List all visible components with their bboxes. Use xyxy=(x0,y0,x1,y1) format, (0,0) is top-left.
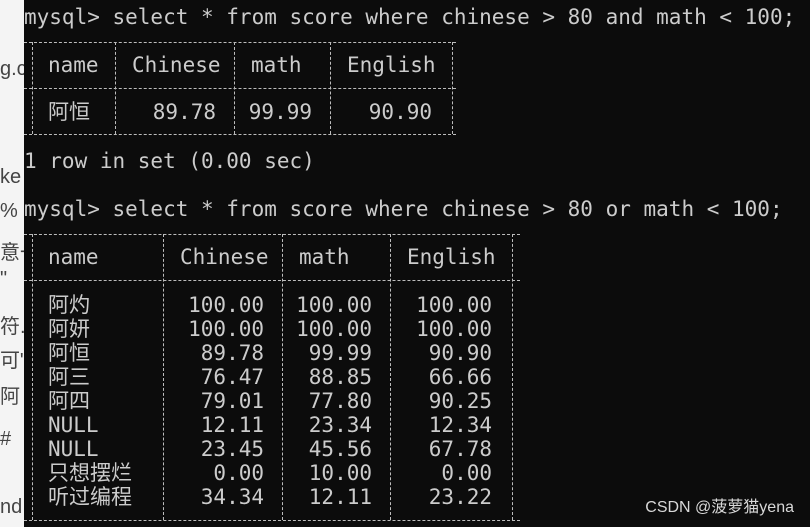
query-2-line: mysql> select * from score where chinese… xyxy=(24,197,783,221)
table-border xyxy=(163,234,164,520)
table-cell: 89.78 xyxy=(152,100,216,124)
table-cell: 90.90 xyxy=(368,100,432,124)
column-header: Chinese xyxy=(132,53,221,77)
table-border xyxy=(234,42,235,134)
table-cell-name: 听过编程 xyxy=(48,485,132,509)
table-cell: 99.99 xyxy=(308,341,372,365)
table-border xyxy=(24,88,456,90)
table-cell: 100.00 xyxy=(416,293,492,317)
table-border xyxy=(282,234,283,520)
table-border xyxy=(24,42,456,44)
table-cell-name: 阿四 xyxy=(48,389,90,413)
background-text-fragment: " xyxy=(0,268,8,290)
background-text-fragment: 可" xyxy=(0,350,24,372)
query-1-line: mysql> select * from score where chinese… xyxy=(24,5,796,29)
table-border xyxy=(452,42,453,134)
table-border xyxy=(32,42,33,134)
table-cell: 66.66 xyxy=(428,365,492,389)
result-table-1: name Chinese math English 阿恒 89.78 99.99… xyxy=(24,30,456,138)
table-border xyxy=(512,234,513,520)
column-header: name xyxy=(48,53,99,77)
table-cell: 45.56 xyxy=(308,437,372,461)
table-cell: 67.78 xyxy=(428,437,492,461)
table-cell: 12.34 xyxy=(428,413,492,437)
table-cell: 23.22 xyxy=(428,485,492,509)
column-header: English xyxy=(407,245,496,269)
watermark: CSDN @菠萝猫yena xyxy=(645,499,794,516)
table-cell: 23.45 xyxy=(200,437,264,461)
result-summary: 1 row in set (0.00 sec) xyxy=(24,149,315,173)
table-border xyxy=(32,234,33,520)
table-cell: 0.00 xyxy=(213,461,264,485)
table-cell: 89.78 xyxy=(200,341,264,365)
background-text-fragment: 符. xyxy=(0,316,24,338)
table-cell: 90.90 xyxy=(428,341,492,365)
background-text-fragment: nd xyxy=(0,496,23,518)
table-cell: 12.11 xyxy=(308,485,372,509)
table-cell-name: 只想摆烂 xyxy=(48,461,132,485)
table-cell-name: 阿灼 xyxy=(48,293,90,317)
table-cell-name: 阿恒 xyxy=(48,100,90,124)
table-cell: 76.47 xyxy=(200,365,264,389)
table-cell: 77.80 xyxy=(308,389,372,413)
table-cell: 100.00 xyxy=(188,293,264,317)
table-cell-name: NULL xyxy=(48,437,99,461)
table-cell: 90.25 xyxy=(428,389,492,413)
table-cell-name: 阿恒 xyxy=(48,341,90,365)
table-cell: 99.99 xyxy=(248,100,312,124)
table-cell: 12.11 xyxy=(200,413,264,437)
table-border xyxy=(24,520,520,522)
background-text-fragment: % xyxy=(0,200,18,222)
table-border xyxy=(330,42,331,134)
background-text-fragment: 阿 xyxy=(0,386,20,408)
background-text-fragment: ke xyxy=(0,166,22,188)
table-cell: 100.00 xyxy=(188,317,264,341)
background-window-strip: g.c ke % 意一 " 符. 可" 阿 # nd xyxy=(0,0,24,527)
table-cell: 88.85 xyxy=(308,365,372,389)
table-border xyxy=(24,234,520,236)
result-table-2: name Chinese math English 阿灼 100.00 100.00… xyxy=(24,222,520,527)
table-border xyxy=(24,134,456,136)
table-border xyxy=(115,42,116,134)
table-cell: 79.01 xyxy=(200,389,264,413)
column-header: math xyxy=(251,53,302,77)
background-text-fragment: 意一 xyxy=(0,242,24,264)
table-cell: 0.00 xyxy=(441,461,492,485)
table-border xyxy=(390,234,391,520)
column-header: name xyxy=(48,245,99,269)
background-text-fragment: # xyxy=(0,428,12,450)
column-header: math xyxy=(299,245,350,269)
table-border xyxy=(24,280,520,282)
terminal-window[interactable]: mysql> select * from score where chinese… xyxy=(24,0,810,527)
table-cell: 34.34 xyxy=(200,485,264,509)
table-cell-name: 阿三 xyxy=(48,365,90,389)
table-cell: 100.00 xyxy=(416,317,492,341)
background-text-fragment: g.c xyxy=(0,58,24,80)
table-cell: 100.00 xyxy=(296,317,372,341)
table-cell-name: 阿妍 xyxy=(48,317,90,341)
table-cell-name: NULL xyxy=(48,413,99,437)
column-header: Chinese xyxy=(180,245,269,269)
table-cell: 10.00 xyxy=(308,461,372,485)
table-cell: 100.00 xyxy=(296,293,372,317)
table-cell: 23.34 xyxy=(308,413,372,437)
column-header: English xyxy=(347,53,436,77)
